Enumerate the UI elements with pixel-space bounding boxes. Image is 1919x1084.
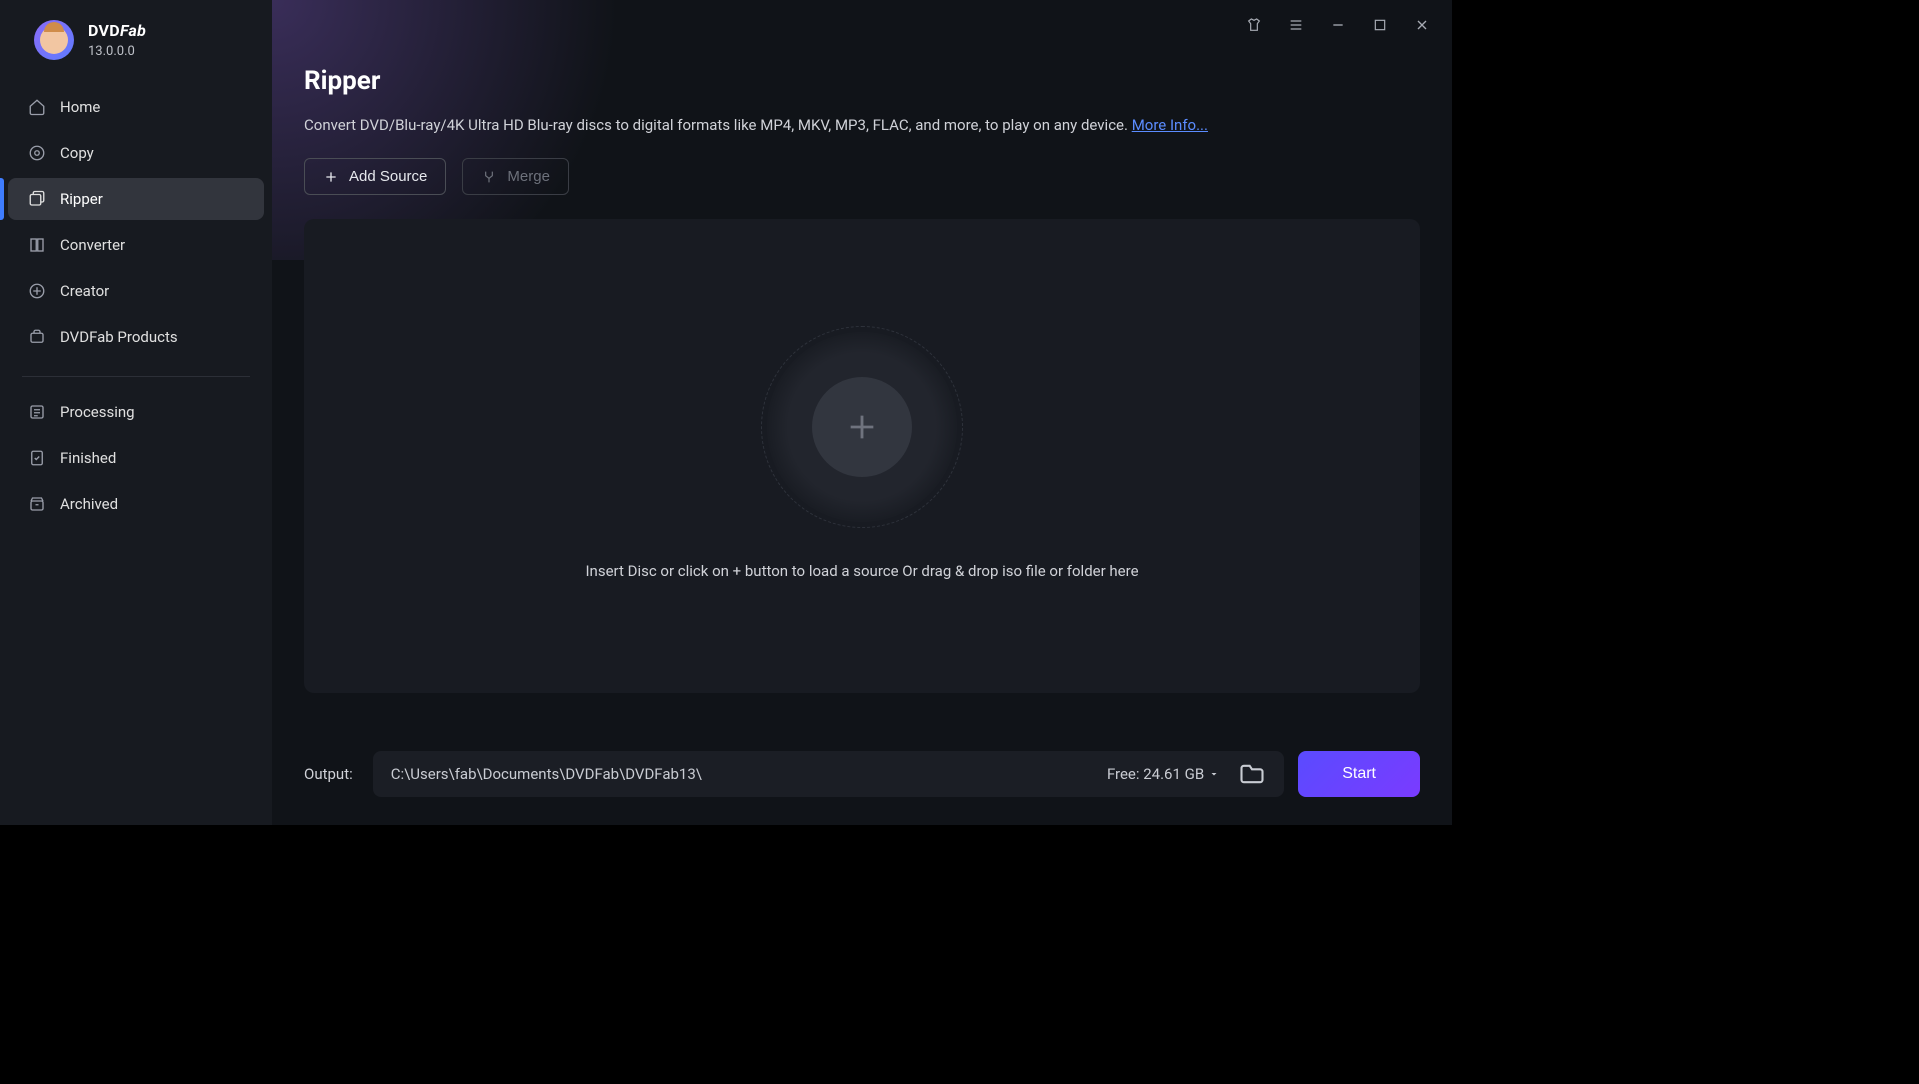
titlebar [272,0,1452,50]
sidebar: DVDFab 13.0.0.0 Home Copy Ri [0,0,272,825]
app-version: 13.0.0.0 [88,44,146,59]
ripper-icon [28,190,46,208]
sidebar-item-products[interactable]: DVDFab Products [8,316,264,358]
sidebar-item-label: Finished [60,449,116,467]
add-source-button[interactable]: Add Source [304,158,446,195]
content-area: Ripper Convert DVD/Blu-ray/4K Ultra HD B… [272,50,1452,729]
sidebar-item-processing[interactable]: Processing [8,391,264,433]
sidebar-item-home[interactable]: Home [8,86,264,128]
sidebar-item-label: Converter [60,236,125,254]
merge-button[interactable]: Merge [462,158,569,195]
sidebar-item-label: DVDFab Products [60,328,178,346]
sidebar-item-creator[interactable]: Creator [8,270,264,312]
folder-icon [1238,760,1266,788]
plus-icon [323,169,339,185]
app-name: DVDFab [88,21,146,40]
page-description: Convert DVD/Blu-ray/4K Ultra HD Blu-ray … [304,116,1420,134]
logo-block: DVDFab 13.0.0.0 [0,20,272,60]
app-logo-icon [34,20,74,60]
start-label: Start [1342,765,1376,782]
merge-icon [481,169,497,185]
sidebar-item-copy[interactable]: Copy [8,132,264,174]
sidebar-item-label: Ripper [60,190,103,208]
maximize-button[interactable] [1364,9,1396,41]
converter-icon [28,236,46,254]
sidebar-item-finished[interactable]: Finished [8,437,264,479]
main-panel: Ripper Convert DVD/Blu-ray/4K Ultra HD B… [272,0,1452,825]
sidebar-item-label: Creator [60,282,109,300]
footer-bar: Output: C:\Users\fab\Documents\DVDFab\DV… [272,729,1452,825]
more-info-link[interactable]: More Info... [1132,116,1208,134]
free-space-dropdown[interactable]: Free: 24.61 GB [1107,765,1220,783]
browse-folder-button[interactable] [1238,760,1266,788]
sidebar-item-converter[interactable]: Converter [8,224,264,266]
sidebar-nav-secondary: Processing Finished Archived [0,391,272,529]
products-icon [28,328,46,346]
action-row: Add Source Merge [304,158,1420,195]
chevron-down-icon [1208,768,1220,780]
archived-icon [28,495,46,513]
sidebar-nav-primary: Home Copy Ripper Converter [0,86,272,362]
sidebar-item-ripper[interactable]: Ripper [8,178,264,220]
drop-plus-button[interactable] [812,377,912,477]
finished-icon [28,449,46,467]
app-window: DVDFab 13.0.0.0 Home Copy Ri [0,0,1452,825]
sidebar-item-label: Archived [60,495,118,513]
page-title: Ripper [304,66,1420,96]
close-button[interactable] [1406,9,1438,41]
sidebar-item-archived[interactable]: Archived [8,483,264,525]
sidebar-item-label: Processing [60,403,135,421]
drop-circle[interactable] [767,332,957,522]
output-field[interactable]: C:\Users\fab\Documents\DVDFab\DVDFab13\ … [373,751,1284,797]
copy-icon [28,144,46,162]
dropzone[interactable]: Insert Disc or click on + button to load… [304,219,1420,693]
creator-icon [28,282,46,300]
page-description-text: Convert DVD/Blu-ray/4K Ultra HD Blu-ray … [304,116,1132,134]
add-source-label: Add Source [349,168,427,185]
minimize-button[interactable] [1322,9,1354,41]
sidebar-item-label: Home [60,98,100,116]
free-space-text: Free: 24.61 GB [1107,765,1204,783]
menu-icon-button[interactable] [1280,9,1312,41]
merge-label: Merge [507,168,550,185]
shirt-icon-button[interactable] [1238,9,1270,41]
drop-text: Insert Disc or click on + button to load… [585,562,1138,580]
home-icon [28,98,46,116]
start-button[interactable]: Start [1298,751,1420,797]
output-label: Output: [304,765,353,783]
sidebar-item-label: Copy [60,144,94,162]
sidebar-divider [22,376,250,377]
output-path: C:\Users\fab\Documents\DVDFab\DVDFab13\ [391,765,702,783]
processing-icon [28,403,46,421]
